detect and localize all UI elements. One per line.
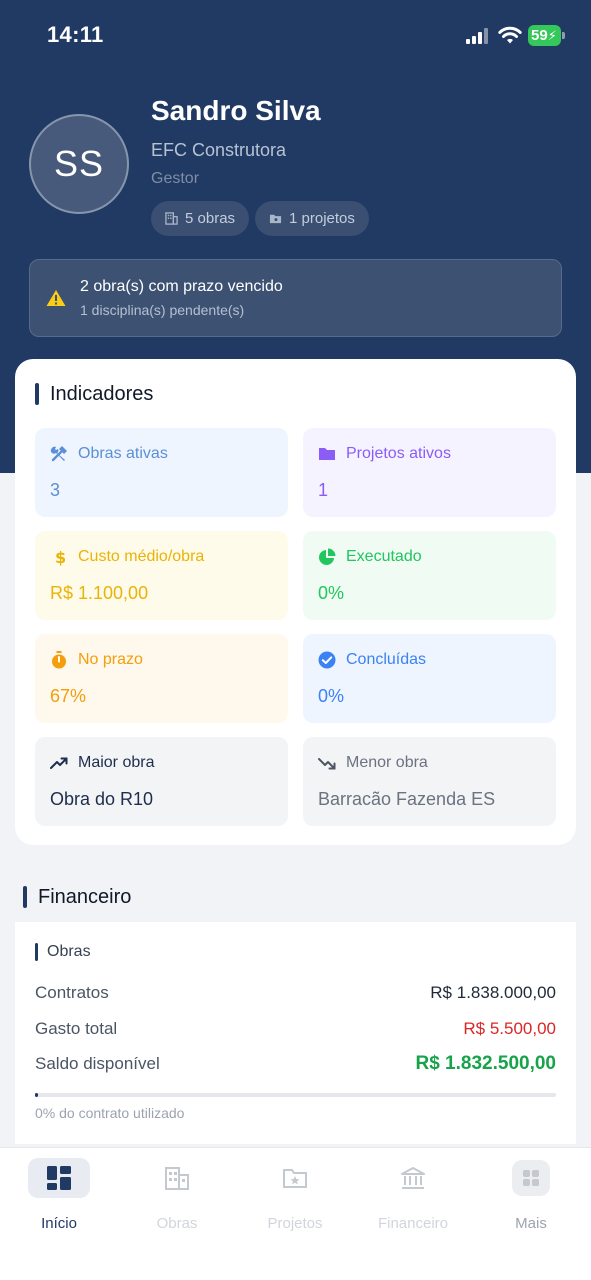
contract-progress-fill xyxy=(35,1093,38,1097)
saldo-label: Saldo disponível xyxy=(35,1054,160,1073)
gasto-total-label: Gasto total xyxy=(35,1019,118,1038)
tile-obras-ativas[interactable]: Obras ativas 3 xyxy=(35,428,288,517)
tile-value: R$ 1.100,00 xyxy=(50,583,149,603)
battery-icon: 59⚡ xyxy=(528,25,565,46)
tile-maior-obra[interactable]: Maior obra Obra do R10 xyxy=(35,737,288,826)
deadline-alert[interactable]: 2 obra(s) com prazo vencido 1 disciplina… xyxy=(29,259,562,337)
folder-icon xyxy=(269,214,282,224)
contract-progress-bar xyxy=(35,1093,556,1097)
status-time: 14:11 xyxy=(47,22,104,47)
tab-projetos[interactable]: Projetos xyxy=(236,1158,354,1238)
progress-text: 0% do contrato utilizado xyxy=(35,1105,185,1121)
tile-custo-medio[interactable]: $ Custo médio/obra R$ 1.100,00 xyxy=(35,531,288,620)
tile-menor-obra[interactable]: Menor obra Barracão Fazenda ES xyxy=(303,737,556,826)
alert-title: 2 obra(s) com prazo vencido xyxy=(80,278,283,295)
tab-label: Projetos xyxy=(267,1215,323,1232)
tab-financeiro[interactable]: Financeiro xyxy=(354,1158,472,1238)
tab-label: Financeiro xyxy=(377,1215,449,1232)
tab-obras[interactable]: Obras xyxy=(118,1158,236,1238)
tile-concluidas[interactable]: Concluídas 0% xyxy=(303,634,556,723)
tab-label: Obras xyxy=(156,1215,198,1232)
subsection-accent-bar xyxy=(35,943,38,961)
indicators-title: Indicadores xyxy=(50,383,154,405)
tab-icon-wrap xyxy=(264,1158,326,1198)
tile-no-prazo[interactable]: No prazo 67% xyxy=(35,634,288,723)
contratos-value: R$ 1.838.000,00 xyxy=(430,983,556,1002)
obras-count-chip[interactable]: 5 obras xyxy=(151,201,250,236)
tile-projetos-ativos[interactable]: Projetos ativos 1 xyxy=(303,428,556,517)
contratos-label: Contratos xyxy=(35,983,109,1002)
tab-label: Mais xyxy=(515,1215,547,1232)
trending-up-icon xyxy=(50,757,68,769)
timer-icon xyxy=(52,651,66,669)
pie-chart-icon xyxy=(319,548,336,565)
tile-label: Obras ativas xyxy=(78,445,168,462)
financial-title: Financeiro xyxy=(38,886,132,908)
tab-active-indicator xyxy=(28,1158,90,1198)
dashboard-icon xyxy=(47,1166,71,1190)
tile-label: Custo médio/obra xyxy=(78,548,205,565)
tile-value: Obra do R10 xyxy=(50,789,154,809)
tools-icon xyxy=(50,446,67,462)
tile-executado[interactable]: Executado 0% xyxy=(303,531,556,620)
folder-icon xyxy=(319,448,335,460)
folder-star-icon xyxy=(283,1169,307,1188)
tile-value: Barracão Fazenda ES xyxy=(318,789,496,809)
tile-label: Maior obra xyxy=(78,754,155,771)
alert-subtitle: 1 disciplina(s) pendente(s) xyxy=(80,302,245,318)
saldo-value: R$ 1.832.500,00 xyxy=(415,1053,556,1074)
chip-label: 5 obras xyxy=(185,210,236,227)
tile-label: Projetos ativos xyxy=(346,445,451,462)
building-icon xyxy=(165,1167,189,1190)
tab-inicio[interactable]: Início xyxy=(0,1158,118,1238)
financial-subtitle: Obras xyxy=(47,943,91,960)
section-accent-bar xyxy=(35,383,39,405)
tab-mais[interactable]: Mais xyxy=(472,1158,590,1238)
tile-label: Executado xyxy=(346,548,422,565)
tile-label: Menor obra xyxy=(346,754,428,771)
chip-label: 1 projetos xyxy=(289,210,355,227)
trending-down-icon xyxy=(318,758,336,770)
tile-value: 1 xyxy=(318,480,329,500)
tab-icon-wrap xyxy=(512,1160,550,1196)
grid-icon xyxy=(523,1170,539,1186)
building-icon xyxy=(165,212,178,225)
tab-icon-wrap xyxy=(146,1158,208,1198)
tile-label: No prazo xyxy=(78,651,143,668)
check-circle-icon xyxy=(318,651,336,669)
user-role: Gestor xyxy=(151,170,200,187)
status-bar: 14:11 59⚡ xyxy=(0,0,591,70)
tile-value: 0% xyxy=(318,686,345,706)
gasto-total-value: R$ 5.500,00 xyxy=(463,1019,556,1038)
tile-value: 3 xyxy=(50,480,61,500)
tab-label: Início xyxy=(41,1215,77,1232)
tab-icon-wrap xyxy=(382,1158,444,1198)
section-accent-bar xyxy=(23,886,27,908)
tile-value: 0% xyxy=(318,583,345,603)
warning-icon xyxy=(46,290,66,306)
avatar[interactable]: SS xyxy=(29,114,129,214)
bottom-tab-bar: Início Obras Projetos Financeiro Mais xyxy=(0,1147,591,1280)
user-name: Sandro Silva xyxy=(151,95,321,126)
tile-label: Concluídas xyxy=(346,651,427,668)
battery-level: 59 xyxy=(531,27,548,44)
tile-value: 67% xyxy=(50,686,87,706)
cellular-signal-icon xyxy=(466,28,490,44)
wifi-icon xyxy=(498,26,522,44)
user-company: EFC Construtora xyxy=(151,140,287,160)
bank-icon xyxy=(401,1167,425,1189)
projetos-count-chip[interactable]: 1 projetos xyxy=(255,201,369,236)
dollar-icon: $ xyxy=(55,548,66,566)
svg-text:$: $ xyxy=(55,548,66,566)
